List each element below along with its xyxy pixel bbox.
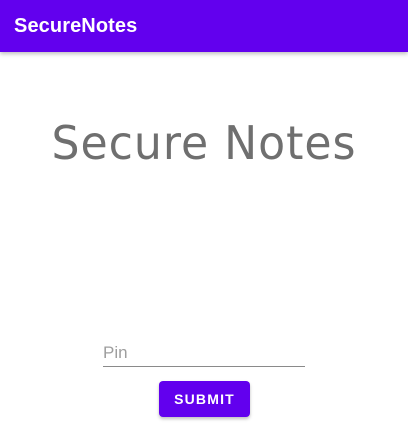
submit-button[interactable]: SUBMIT [159, 381, 250, 417]
app-bar: SecureNotes [0, 0, 408, 52]
hero-title: Secure Notes [51, 116, 357, 170]
pin-input[interactable] [103, 340, 305, 367]
app-title: SecureNotes [14, 14, 138, 37]
